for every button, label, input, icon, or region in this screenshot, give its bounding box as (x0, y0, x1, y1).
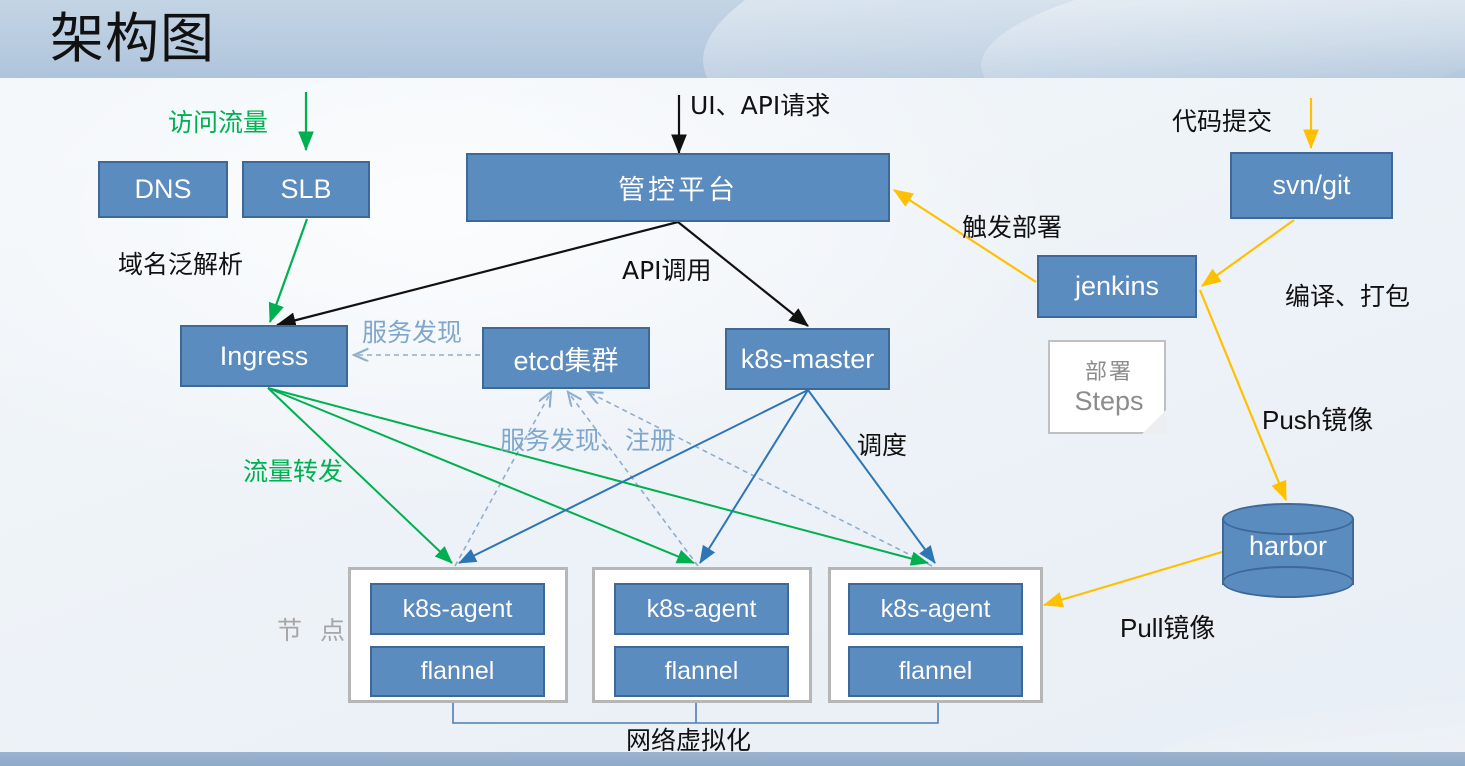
label-node: 节 点 (277, 616, 350, 645)
slide-header-band (0, 0, 1465, 78)
label-service-discovery-register: 服务发现、注册 (500, 426, 676, 455)
label-build-package: 编译、打包 (1285, 282, 1411, 311)
node-k8s-agent-2-label: k8s-agent (646, 594, 757, 623)
node-flannel-2[interactable]: flannel (614, 646, 789, 697)
label-access-traffic: 访问流量 (168, 108, 269, 137)
node-group-1[interactable]: k8s-agent flannel (348, 567, 568, 703)
label-pull-image: Pull镜像 (1120, 613, 1216, 643)
label-traffic-forward: 流量转发 (243, 457, 344, 486)
node-flannel-2-label: flannel (664, 657, 739, 685)
node-k8s-agent-3[interactable]: k8s-agent (848, 583, 1023, 635)
node-group-3[interactable]: k8s-agent flannel (828, 567, 1043, 703)
node-flannel-1-label: flannel (420, 657, 495, 685)
node-management-platform[interactable]: 管控平台 (466, 153, 890, 222)
node-harbor-registry[interactable]: harbor (1222, 503, 1354, 599)
node-k8s-agent-3-label: k8s-agent (880, 594, 991, 623)
header-swoosh-2 (974, 0, 1465, 78)
node-jenkins[interactable]: jenkins (1037, 255, 1197, 318)
node-jenkins-label: jenkins (1074, 271, 1160, 301)
label-network-virtualization: 网络虚拟化 (626, 726, 752, 755)
node-k8s-master-label: k8s-master (740, 343, 875, 374)
label-code-commit: 代码提交 (1172, 107, 1273, 136)
node-svn-git[interactable]: svn/git (1230, 152, 1393, 219)
deploy-steps-note-line1: 部署 (1084, 360, 1133, 385)
node-slb[interactable]: SLB (242, 161, 370, 218)
label-api-call: API调用 (622, 256, 712, 285)
node-dns-label: DNS (134, 174, 192, 204)
node-etcd-cluster-label: etcd集群 (513, 345, 619, 376)
harbor-cylinder-bottom (1222, 566, 1354, 598)
deploy-steps-note: 部署 Steps (1048, 340, 1166, 434)
page-title: 架构图 (50, 7, 215, 70)
node-harbor-label: harbor (1248, 531, 1328, 561)
node-flannel-3[interactable]: flannel (848, 646, 1023, 697)
node-k8s-agent-1[interactable]: k8s-agent (370, 583, 545, 635)
node-svn-git-label: svn/git (1272, 170, 1351, 200)
node-k8s-master[interactable]: k8s-master (725, 328, 890, 390)
node-k8s-agent-1-label: k8s-agent (402, 594, 513, 623)
node-k8s-agent-2[interactable]: k8s-agent (614, 583, 789, 635)
node-dns[interactable]: DNS (98, 161, 228, 218)
node-group-2[interactable]: k8s-agent flannel (592, 567, 812, 703)
node-etcd-cluster[interactable]: etcd集群 (482, 327, 650, 389)
node-management-platform-label: 管控平台 (618, 175, 738, 206)
node-flannel-1[interactable]: flannel (370, 646, 545, 697)
label-service-discovery: 服务发现 (362, 318, 463, 347)
slide-canvas: 架构图 DNS SLB 管控平台 Ingress etcd集群 k8s-mast… (0, 0, 1465, 766)
label-schedule: 调度 (857, 431, 908, 460)
label-domain-wildcard: 域名泛解析 (118, 250, 244, 279)
label-trigger-deploy: 触发部署 (962, 213, 1063, 242)
label-ui-api-request: UI、API请求 (690, 91, 831, 120)
node-ingress[interactable]: Ingress (180, 325, 348, 387)
node-flannel-3-label: flannel (898, 657, 973, 685)
node-slb-label: SLB (280, 174, 332, 204)
note-fold-corner (1142, 410, 1166, 434)
label-push-image: Push镜像 (1262, 405, 1374, 435)
node-ingress-label: Ingress (219, 340, 309, 371)
